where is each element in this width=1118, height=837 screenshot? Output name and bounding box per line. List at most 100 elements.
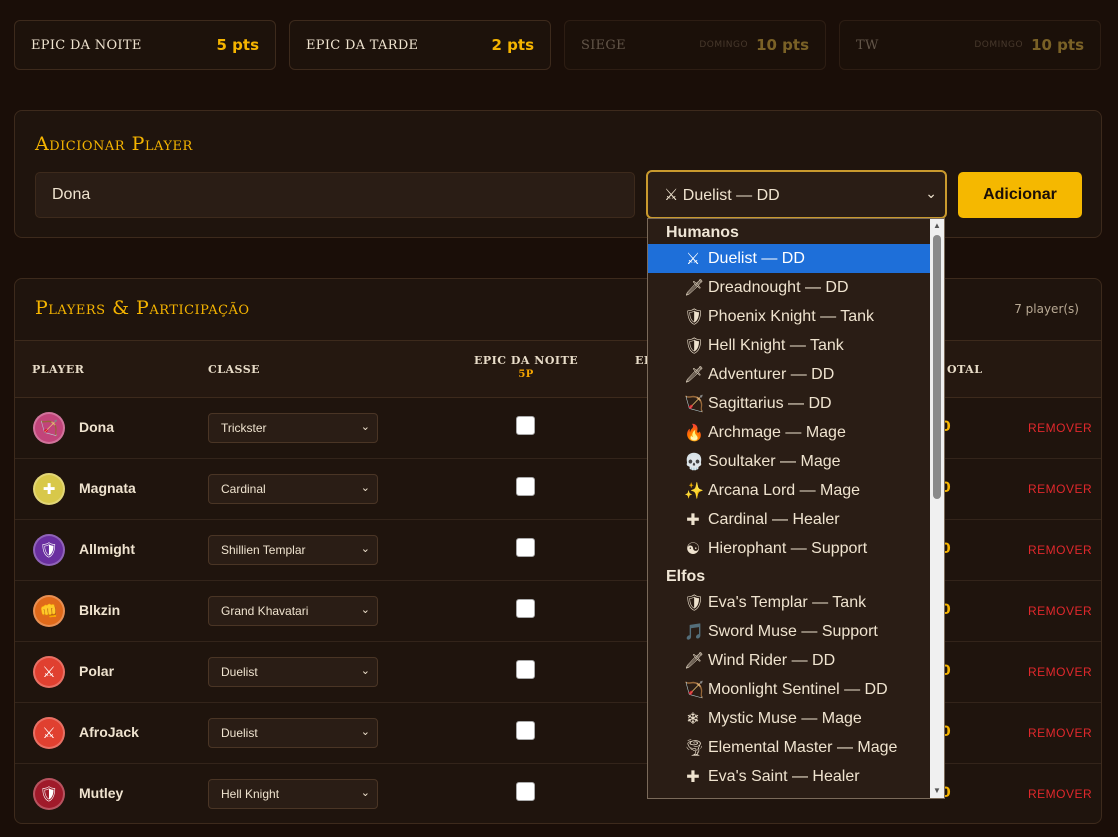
event-card: TW DOMINGO 10 pts: [839, 20, 1101, 70]
class-avatar-icon: ✚: [33, 473, 65, 505]
class-option[interactable]: ✨ Arcana Lord — Mage: [648, 476, 931, 505]
epic-noite-checkbox[interactable]: [516, 782, 535, 801]
player-name: Blkzin: [79, 602, 121, 618]
option-group-label: Elfos: [666, 568, 706, 585]
class-avatar-icon: ⚔: [33, 656, 65, 688]
chevron-down-icon: ⌄: [360, 665, 370, 677]
remove-player-button[interactable]: REMOVER: [1028, 543, 1092, 557]
player-count: 7 player(s): [1014, 302, 1079, 316]
class-avatar-icon: ⚔: [33, 717, 65, 749]
event-points: 10 pts: [756, 36, 809, 54]
chevron-down-icon: ⌄: [360, 726, 370, 738]
epic-noite-checkbox[interactable]: [516, 538, 535, 557]
class-option-icon: 🏹: [684, 395, 704, 413]
player-name: Allmight: [79, 541, 135, 557]
remove-player-button[interactable]: REMOVER: [1028, 726, 1092, 740]
scroll-down-icon[interactable]: ▼: [930, 784, 944, 798]
class-option[interactable]: 🛡 Eva's Templar — Tank: [648, 588, 931, 617]
player-class-value: Grand Khavatari: [221, 604, 309, 618]
remove-player-button[interactable]: REMOVER: [1028, 787, 1092, 801]
class-option-icon: ✚: [686, 768, 700, 786]
class-option-icon: 🌪: [684, 739, 705, 757]
chevron-down-icon: ⌄: [360, 482, 370, 494]
class-options: Humanos ⚔ Duelist — DD 🗡 Dreadnought — DD 🛡 Ph…: [648, 219, 931, 791]
class-option[interactable]: 🏹 Sagittarius — DD: [648, 389, 931, 418]
class-option[interactable]: 🛡 Hell Knight — Tank: [648, 331, 931, 360]
class-option-label: Elemental Master — Mage: [708, 738, 898, 756]
player-name-input[interactable]: [35, 172, 635, 218]
class-option[interactable]: 🗡 Adventurer — DD: [648, 360, 931, 389]
event-day: DOMINGO: [699, 40, 749, 50]
class-option[interactable]: 🌪 Elemental Master — Mage: [648, 733, 931, 762]
player-class-select[interactable]: Duelist ⌄: [208, 657, 378, 687]
player-class-select[interactable]: Cardinal ⌄: [208, 474, 378, 504]
class-option-icon: 🏹: [684, 681, 704, 699]
event-name: TW: [856, 37, 879, 53]
class-dropdown-list[interactable]: Humanos ⚔ Duelist — DD 🗡 Dreadnought — DD 🛡 Ph…: [647, 218, 945, 799]
header-player: PLAYER: [32, 363, 85, 376]
dropdown-scrollbar[interactable]: ▲ ▼: [930, 219, 944, 798]
event-cards: EPIC DA NOITE 5 pts EPIC DA TARDE 2 pts SIEG…: [14, 20, 1101, 70]
class-option[interactable]: ☯ Hierophant — Support: [648, 534, 931, 563]
class-option-icon: 🛡: [684, 594, 705, 612]
class-option[interactable]: 🎵 Sword Muse — Support: [648, 617, 931, 646]
player-name: Dona: [79, 419, 114, 435]
class-option[interactable]: 🗡 Wind Rider — DD: [648, 646, 931, 675]
header-epic-noite-label: EPIC DA NOITE: [474, 354, 579, 367]
class-option[interactable]: ❄ Mystic Muse — Mage: [648, 704, 931, 733]
class-select[interactable]: ⚔ Duelist — DD ⌄: [646, 170, 947, 219]
class-option[interactable]: 🛡 Phoenix Knight — Tank: [648, 302, 931, 331]
scroll-thumb[interactable]: [933, 235, 941, 499]
class-option-label: Sword Muse — Support: [708, 622, 878, 640]
class-option-icon: 🔥: [684, 424, 704, 442]
class-option-icon: 🛡: [684, 337, 705, 355]
chevron-down-icon: ⌄: [360, 604, 370, 616]
class-option[interactable]: ✚ Eva's Saint — Healer: [648, 762, 931, 791]
class-option-icon: 💀: [684, 453, 704, 471]
epic-noite-checkbox[interactable]: [516, 599, 535, 618]
class-option[interactable]: 🔥 Archmage — Mage: [648, 418, 931, 447]
player-class-select[interactable]: Duelist ⌄: [208, 718, 378, 748]
class-option-label: Hell Knight — Tank: [708, 336, 844, 354]
epic-noite-checkbox[interactable]: [516, 721, 535, 740]
player-class-select[interactable]: Trickster ⌄: [208, 413, 378, 443]
class-option-label: Cardinal — Healer: [708, 510, 840, 528]
class-option-icon: ⚔: [685, 250, 701, 268]
class-option-icon: 🎵: [684, 623, 704, 641]
class-avatar-icon: 👊: [33, 595, 65, 627]
chevron-down-icon: ⌄: [360, 543, 370, 555]
scroll-up-icon[interactable]: ▲: [930, 219, 944, 233]
remove-player-button[interactable]: REMOVER: [1028, 482, 1092, 496]
epic-noite-checkbox[interactable]: [516, 660, 535, 679]
player-name: Magnata: [79, 480, 136, 496]
player-class-select[interactable]: Hell Knight ⌄: [208, 779, 378, 809]
class-option-icon: ✚: [686, 511, 700, 529]
option-group-label: Humanos: [666, 224, 739, 241]
class-option[interactable]: ✚ Cardinal — Healer: [648, 505, 931, 534]
player-class-value: Shillien Templar: [221, 543, 306, 557]
class-option[interactable]: ⚔ Duelist — DD: [648, 244, 931, 273]
player-class-value: Hell Knight: [221, 787, 280, 801]
player-class-value: Duelist: [221, 726, 258, 740]
class-avatar-icon: 🛡: [33, 778, 65, 810]
header-total: OTAL: [947, 363, 983, 376]
add-player-button[interactable]: Adicionar: [958, 172, 1082, 218]
class-option[interactable]: 🗡 Dreadnought — DD: [648, 273, 931, 302]
add-player-title: Adicionar Player: [35, 133, 193, 155]
class-option-label: Phoenix Knight — Tank: [708, 307, 875, 325]
class-option-label: Adventurer — DD: [708, 365, 835, 383]
class-option-icon: ☯: [685, 540, 701, 558]
player-class-select[interactable]: Shillien Templar ⌄: [208, 535, 378, 565]
remove-player-button[interactable]: REMOVER: [1028, 604, 1092, 618]
remove-player-button[interactable]: REMOVER: [1028, 421, 1092, 435]
remove-player-button[interactable]: REMOVER: [1028, 665, 1092, 679]
class-avatar-icon: 🏹: [33, 412, 65, 444]
class-option-icon: 🗡: [684, 366, 705, 384]
class-option[interactable]: 💀 Soultaker — Mage: [648, 447, 931, 476]
epic-noite-checkbox[interactable]: [516, 416, 535, 435]
class-option-icon: 🗡: [684, 652, 705, 670]
player-class-select[interactable]: Grand Khavatari ⌄: [208, 596, 378, 626]
class-option[interactable]: 🏹 Moonlight Sentinel — DD: [648, 675, 931, 704]
epic-noite-checkbox[interactable]: [516, 477, 535, 496]
class-option-label: Mystic Muse — Mage: [708, 709, 862, 727]
